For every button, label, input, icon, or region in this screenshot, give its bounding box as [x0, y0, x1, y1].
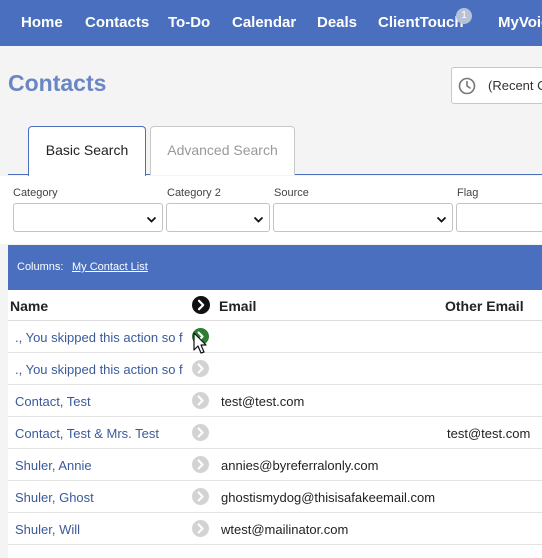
filter-panel: Category Category 2 Source Flag [0, 176, 542, 244]
nav-deals[interactable]: Deals [317, 14, 357, 31]
contacts-table: Name Email Other Email ., You skipped th… [8, 290, 542, 558]
chevron-right-circle-icon[interactable] [192, 488, 209, 510]
nav-contacts[interactable]: Contacts [85, 14, 149, 31]
contact-name-link[interactable]: Shuler, Annie [15, 458, 188, 473]
nav-myvoice[interactable]: MyVoice [498, 14, 542, 31]
chevron-right-circle-icon[interactable] [192, 392, 209, 414]
email-cell: test@test.com [221, 394, 305, 409]
app-window: Home Contacts To-Do Calendar Deals Clien… [0, 0, 542, 558]
chevron-right-circle-icon[interactable] [192, 520, 209, 542]
columns-label: Columns: [17, 261, 64, 273]
page-title: Contacts [8, 70, 107, 96]
contact-name-link[interactable]: ., You skipped this action so f [15, 362, 188, 377]
column-header-name[interactable]: Name [10, 298, 48, 314]
tab-basic-search[interactable]: Basic Search [28, 126, 146, 176]
column-set-link[interactable]: My Contact List [72, 261, 148, 273]
table-row[interactable]: Shuler, Will wtest@mailinator.com [8, 513, 542, 545]
category2-label: Category 2 [167, 187, 221, 199]
columns-bar: Columns: My Contact List [8, 245, 542, 290]
column-header-other-email[interactable]: Other Email [445, 298, 524, 314]
chevron-right-circle-icon[interactable] [192, 328, 209, 350]
chevron-right-circle-icon[interactable] [192, 456, 209, 478]
category-label: Category [13, 187, 58, 199]
contact-name-link[interactable]: Shuler, Ghost [15, 490, 188, 505]
chevron-down-icon [436, 212, 447, 230]
table-row[interactable]: Contact, Test test@test.com [8, 385, 542, 417]
email-cell: ghostismydog@thisisafakeemail.com [221, 490, 436, 505]
other-email-cell: test@test.com [447, 426, 531, 441]
email-cell: wtest@mailinator.com [221, 522, 349, 537]
notification-badge: 1 [456, 8, 472, 24]
table-row[interactable]: Shuler, Ghost ghostismydog@thisisafakeema… [8, 481, 542, 513]
contact-name-link[interactable]: Shuler, Will [15, 522, 188, 537]
source-label: Source [274, 187, 309, 199]
tab-advanced-search[interactable]: Advanced Search [150, 126, 295, 175]
chevron-right-circle-icon[interactable] [192, 424, 209, 446]
nav-todo[interactable]: To-Do [168, 14, 210, 31]
column-header-email[interactable]: Email [219, 298, 256, 314]
table-row[interactable]: ., You skipped this action so f [8, 321, 542, 353]
source-select[interactable] [273, 203, 453, 232]
category-select[interactable] [13, 203, 163, 232]
flag-select[interactable] [456, 203, 542, 232]
nav-calendar[interactable]: Calendar [232, 14, 296, 31]
chevron-down-icon [253, 212, 264, 230]
clock-icon [458, 77, 476, 100]
email-cell: annies@byreferralonly.com [221, 458, 379, 473]
contact-name-link[interactable]: Contact, Test [15, 394, 188, 409]
contact-name-link[interactable]: ., You skipped this action so f [15, 330, 188, 345]
recent-contacts-dropdown[interactable]: (Recent Contacts) [451, 67, 542, 104]
chevron-right-circle-icon[interactable] [192, 360, 209, 382]
chevron-right-circle-icon[interactable] [192, 296, 210, 319]
nav-home[interactable]: Home [21, 14, 63, 31]
top-navigation: Home Contacts To-Do Calendar Deals Clien… [0, 0, 542, 46]
nav-clienttouch[interactable]: ClientTouch [378, 14, 464, 31]
table-header: Name Email Other Email [8, 290, 542, 321]
table-row[interactable]: ., You skipped this action so f [8, 353, 542, 385]
category2-select[interactable] [166, 203, 270, 232]
recent-contacts-label: (Recent Contacts) [488, 78, 542, 93]
table-row[interactable]: Shuler, Annie annies@byreferralonly.com [8, 449, 542, 481]
flag-label: Flag [457, 187, 479, 199]
chevron-down-icon [146, 212, 157, 230]
table-row[interactable]: Contact, Test & Mrs. Test test@test.com [8, 417, 542, 449]
contact-name-link[interactable]: Contact, Test & Mrs. Test [15, 426, 188, 441]
